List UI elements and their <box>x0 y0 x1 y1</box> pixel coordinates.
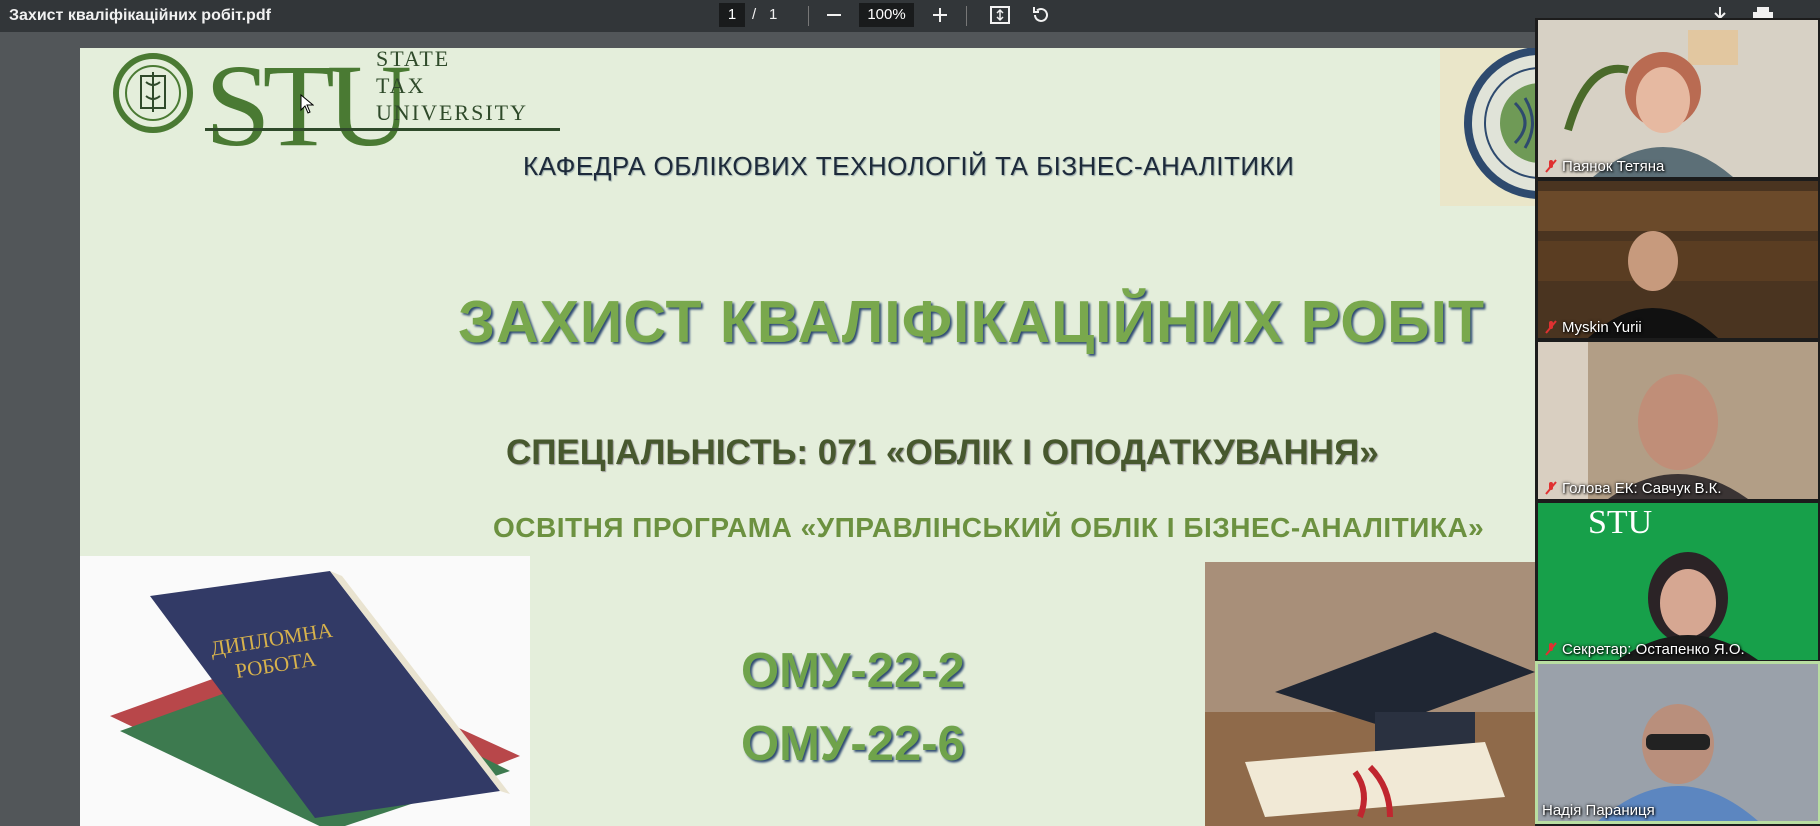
participant-tile[interactable]: Голова ЕК: Савчук В.К. <box>1538 342 1818 499</box>
participant-name: Myskin Yurii <box>1562 319 1642 336</box>
logo-caption: STATE TAX UNIVERSITY <box>376 48 528 126</box>
fit-page-icon <box>990 6 1010 24</box>
minus-icon <box>827 14 841 16</box>
participant-tile-active-speaker[interactable]: Надія Параниця <box>1535 661 1820 824</box>
mouse-cursor-icon <box>300 94 314 114</box>
participants-panel: Паянок Тетяна Myskin Yurii Голова ЕК: Са… <box>1535 18 1820 826</box>
mic-muted-icon <box>1545 481 1557 495</box>
group-code: ОМУ-22-2 <box>741 644 965 698</box>
slide-title: ЗАХИСТ КВАЛІФІКАЦІЙНИХ РОБІТ <box>458 289 1486 355</box>
participant-video: STU <box>1538 503 1818 660</box>
diploma-books-image: ДИПЛОМНА РОБОТА <box>80 556 530 826</box>
logo-line: UNIVERSITY <box>376 100 528 125</box>
participant-tile[interactable]: STU Секретар: Остапенко Я.О. <box>1538 503 1818 660</box>
participant-video <box>1538 181 1818 338</box>
participant-name: Паянок Тетяна <box>1562 158 1665 175</box>
toolbar-divider <box>808 6 809 26</box>
logo-line: STATE <box>376 48 451 71</box>
document-title: Захист кваліфікаційних робіт.pdf <box>9 7 271 24</box>
graduation-cap-illustration <box>1205 562 1535 826</box>
department-name: КАФЕДРА ОБЛІКОВИХ ТЕХНОЛОГІЙ ТА БІЗНЕС-А… <box>523 151 1295 181</box>
group-code: ОМУ-22-6 <box>741 717 965 771</box>
rotate-button[interactable] <box>1027 2 1053 28</box>
participant-name: Секретар: Остапенко Я.О. <box>1562 641 1745 658</box>
page-total: 1 <box>769 6 778 23</box>
background-logo: STU <box>1588 504 1652 541</box>
faculty-seal <box>1440 48 1535 206</box>
zoom-in-button[interactable] <box>927 2 953 28</box>
mic-muted-icon <box>1545 642 1557 656</box>
specialty-line: СПЕЦІАЛЬНІСТЬ: 071 «ОБЛІК І ОПОДАТКУВАНН… <box>506 433 1379 472</box>
participant-tile[interactable]: Паянок Тетяна <box>1538 20 1818 177</box>
program-line: ОСВІТНЯ ПРОГРАМА «УПРАВЛІНСЬКИЙ ОБЛІК І … <box>493 512 1485 543</box>
participant-video <box>1538 20 1818 177</box>
participant-video <box>1538 664 1818 821</box>
university-emblem <box>113 53 193 133</box>
mic-muted-icon <box>1545 159 1557 173</box>
book-stack-illustration <box>110 571 520 826</box>
fit-to-page-button[interactable] <box>987 2 1013 28</box>
rotate-icon <box>1033 7 1048 22</box>
logo-line: TAX <box>376 73 426 98</box>
page-number-input[interactable]: 1 <box>719 3 745 27</box>
pdf-page: STU STATE TAX UNIVERSITY КАФЕДРА ОБЛІКОВ… <box>80 48 1535 826</box>
logo-underline <box>205 128 560 131</box>
participant-name: Голова ЕК: Савчук В.К. <box>1562 480 1722 497</box>
zoom-level-input[interactable]: 100% <box>859 3 914 27</box>
mic-muted-icon <box>1545 320 1557 334</box>
page-separator: / <box>752 6 757 23</box>
participant-video <box>1538 342 1818 499</box>
participant-tile[interactable]: Myskin Yurii <box>1538 181 1818 338</box>
participant-name: Надія Параниця <box>1542 802 1655 819</box>
toolbar-divider <box>966 6 967 26</box>
plus-icon <box>933 8 947 22</box>
zoom-out-button[interactable] <box>821 2 847 28</box>
graduation-cap-image <box>1205 562 1535 826</box>
